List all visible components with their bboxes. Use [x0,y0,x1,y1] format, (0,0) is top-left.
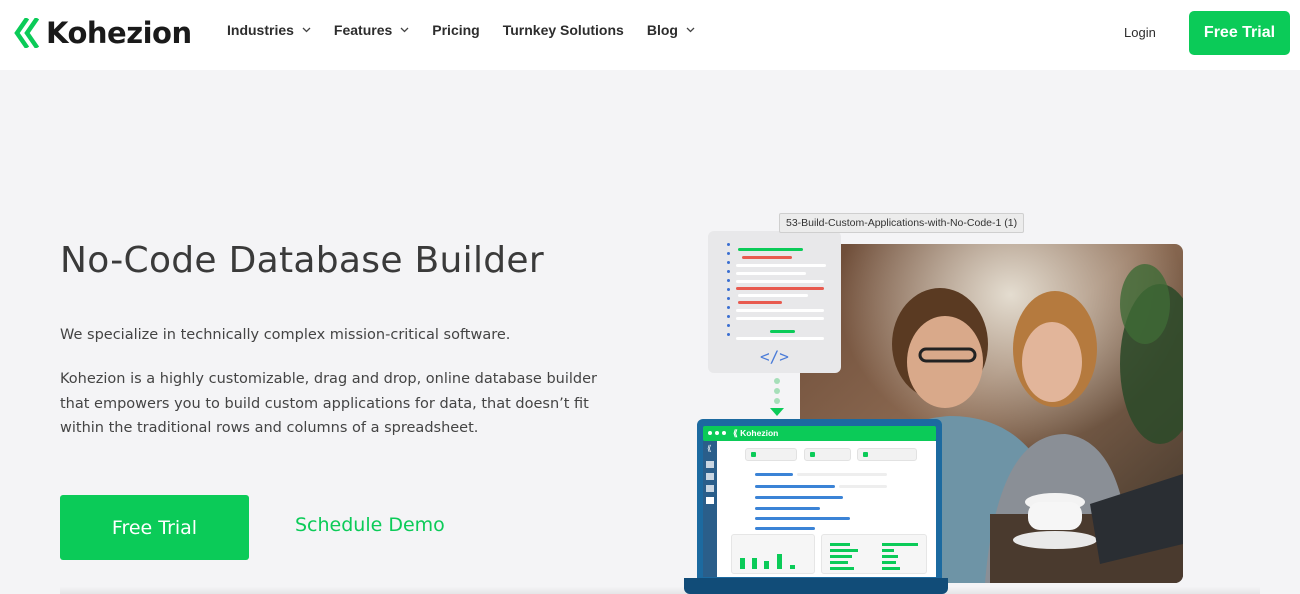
nav-item-pricing[interactable]: Pricing [432,22,479,38]
nav-item-industries[interactable]: Industries [227,22,311,38]
nav-item-label: Pricing [432,22,480,38]
site-header: Kohezion Industries Features Pricing Tur… [0,0,1300,70]
app-title-bar: ⟪ Kohezion [703,426,936,441]
image-title-tooltip: 53-Build-Custom-Applications-with-No-Cod… [779,213,1025,233]
hero-free-trial-button[interactable]: Free Trial [60,495,249,560]
nav-item-label: Features [333,22,393,38]
kohezion-chevrons-icon [14,18,40,48]
hero-description: Kohezion is a highly customizable, drag … [60,371,597,436]
app-sidebar: ⟪ [703,441,717,577]
brand-name: Kohezion [46,16,192,50]
connector-dot [774,378,780,384]
nav-item-label: Blog [646,22,678,38]
schedule-demo-link[interactable]: Schedule Demo [295,514,445,536]
login-link[interactable]: Login [1124,25,1156,40]
chevron-down-icon [686,27,695,33]
connector-dot [774,398,780,404]
window-dots-icon [708,431,726,435]
arrow-down-icon [770,408,784,416]
nav-item-label: Industries [227,22,294,38]
chevron-down-icon [302,27,311,33]
nav-item-features[interactable]: Features [334,22,409,38]
main-nav: Industries Features Pricing Turnkey Solu… [227,22,718,38]
hero-tagline: We specialize in technically complex mis… [60,327,511,343]
nav-item-turnkey-solutions[interactable]: Turnkey Solutions [503,22,624,38]
nav-item-label: Turnkey Solutions [502,22,624,38]
chevron-down-icon [400,27,409,33]
code-brackets-icon: </> [760,347,789,366]
connector-dot [774,388,780,394]
header-free-trial-button[interactable]: Free Trial [1189,11,1290,55]
laptop-base [684,578,948,594]
nav-item-blog[interactable]: Blog [647,22,695,38]
brand-logo[interactable]: Kohezion [14,14,192,52]
sidebar-logo-icon: ⟪ [707,444,712,453]
section-divider-shadow [60,586,1260,594]
app-brand-label: ⟪ Kohezion [733,428,779,438]
app-main-area [717,441,936,577]
app-laptop-mockup: ⟪ Kohezion ⟪ [697,419,942,583]
code-editor-panel: </> [708,231,841,373]
hero-title: No-Code Database Builder [60,240,544,281]
